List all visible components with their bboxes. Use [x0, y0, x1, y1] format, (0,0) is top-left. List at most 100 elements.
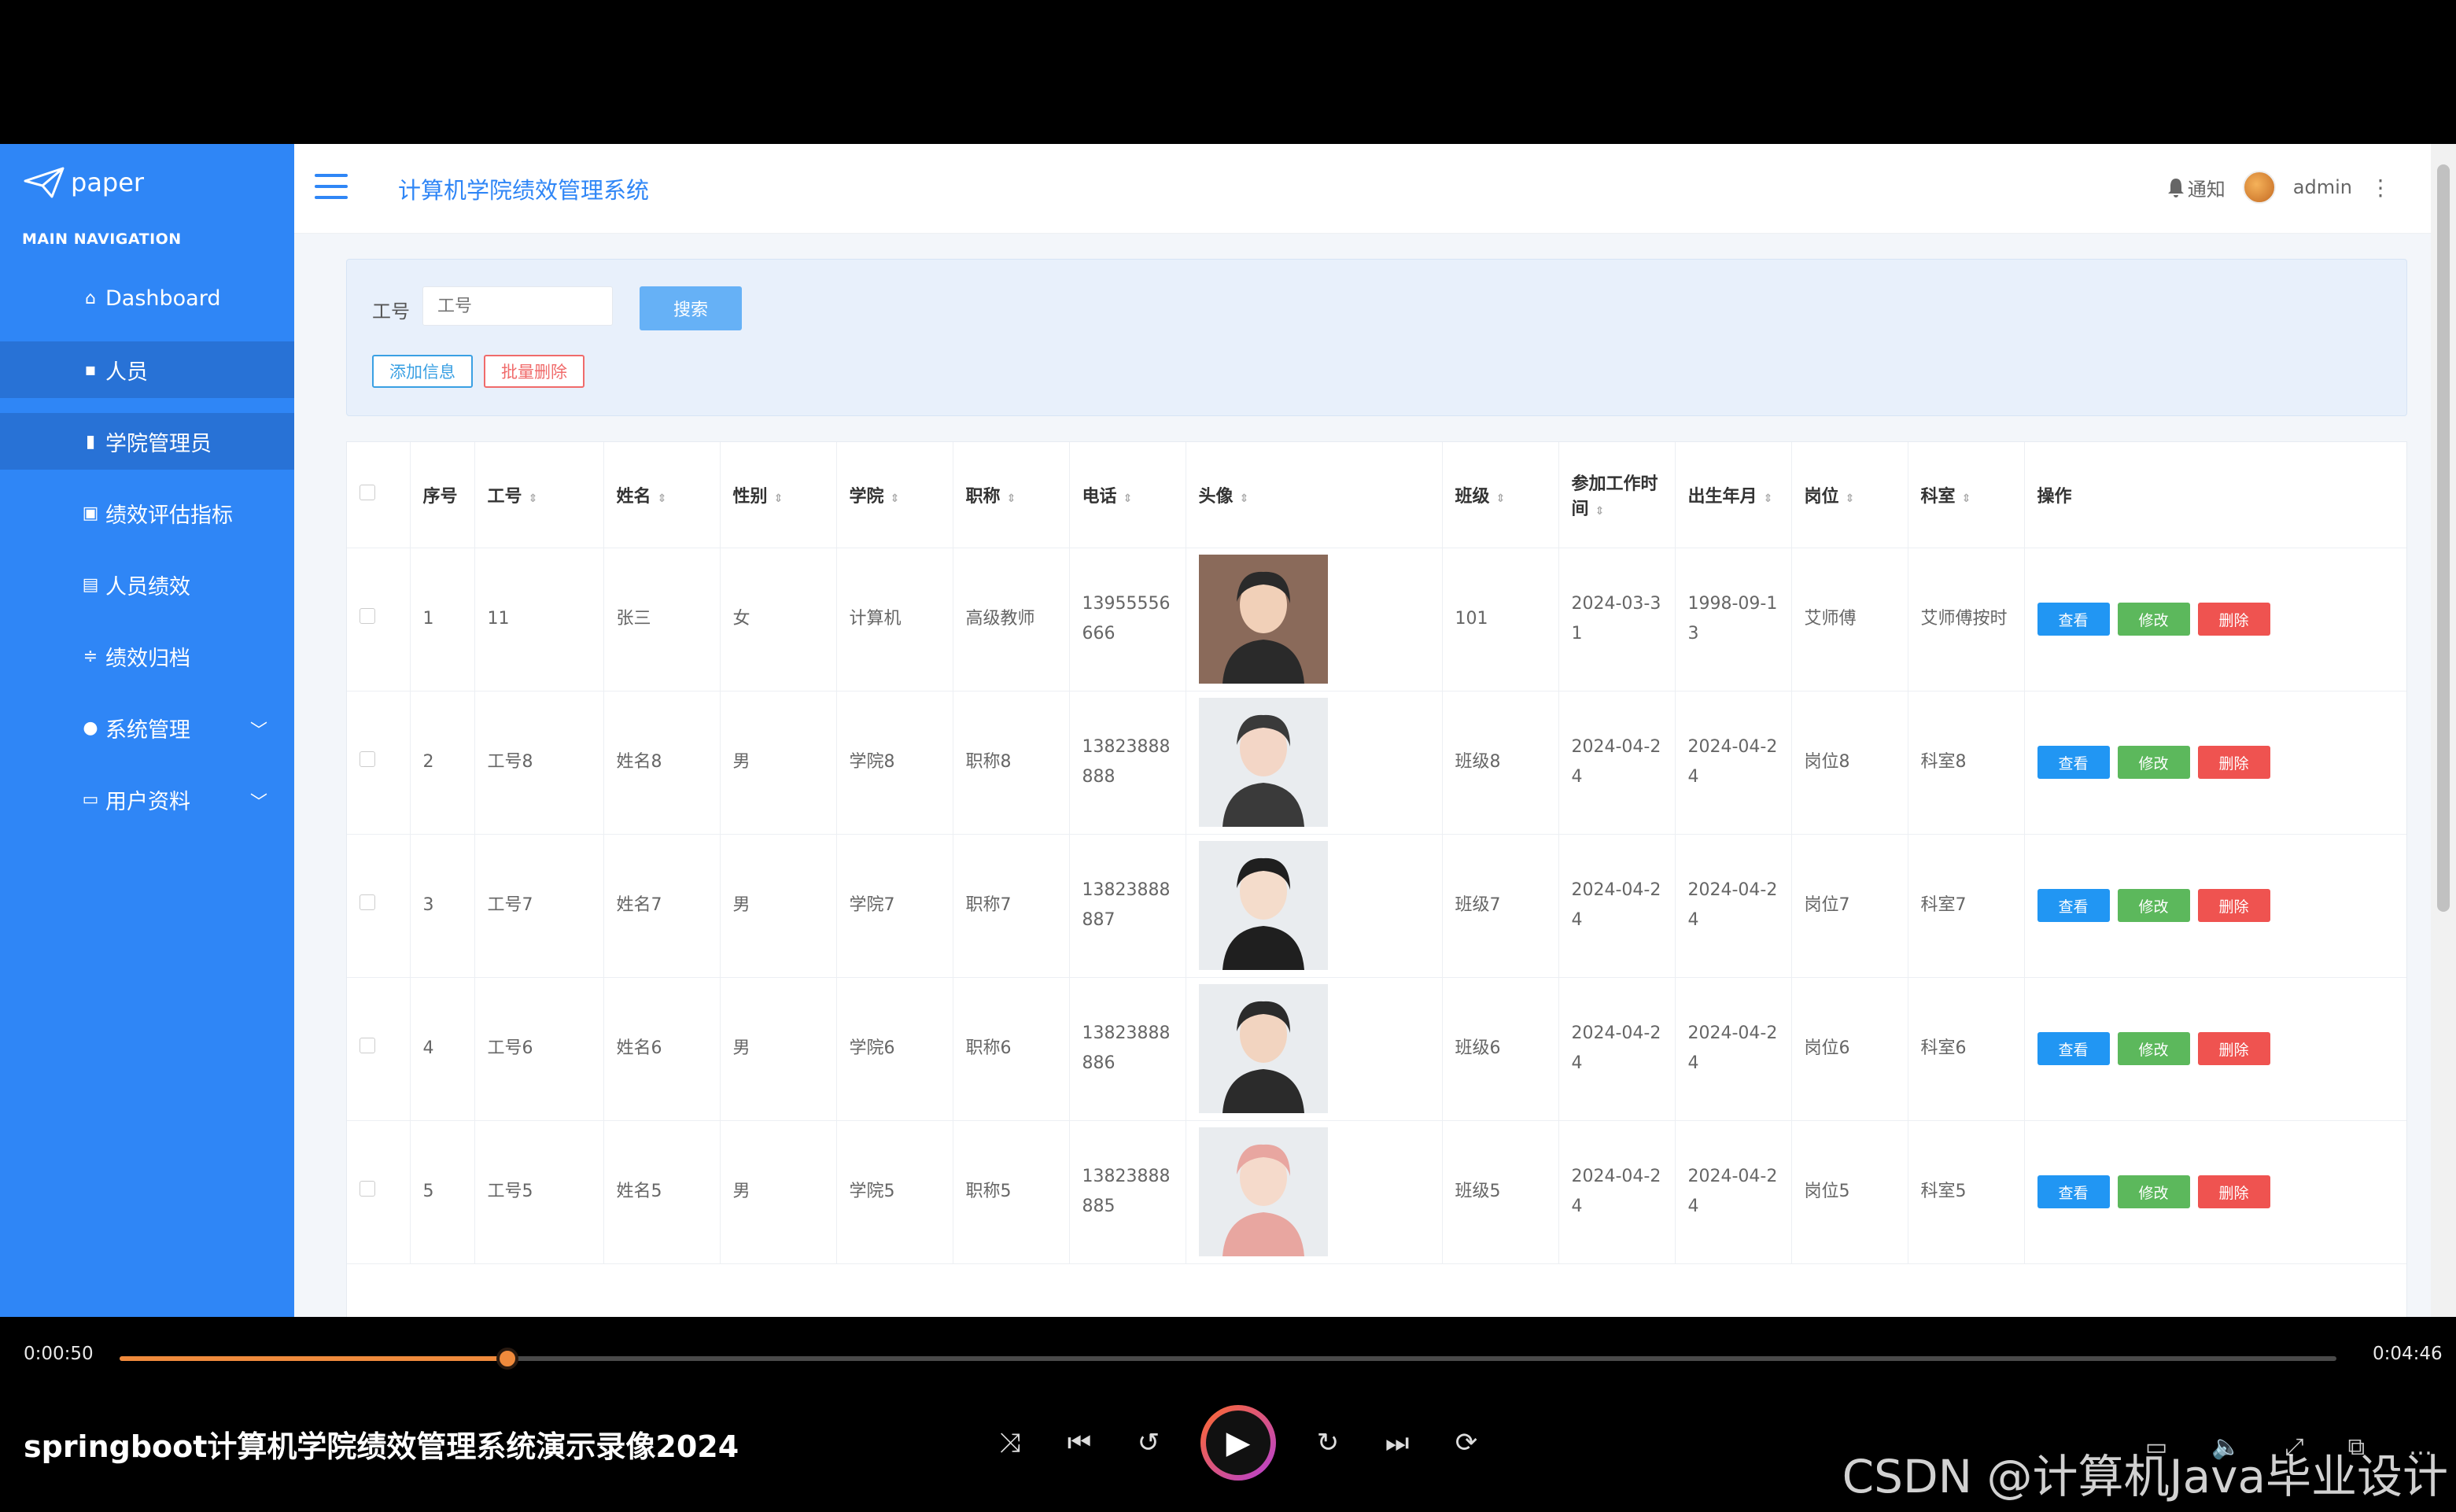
rewind-10-icon[interactable]: ↺	[1131, 1427, 1166, 1459]
row-checkbox[interactable]	[360, 608, 375, 624]
row-checkbox[interactable]	[360, 751, 375, 767]
view-button[interactable]: 查看	[2037, 746, 2110, 779]
table-body: 1 11 张三女计算机 高级教师 13955556666 101 2024-03-31 199…	[347, 548, 2406, 1264]
col-header[interactable]: 出生年月 ⇕	[1675, 442, 1792, 548]
notification-button[interactable]: 通知	[2167, 174, 2226, 201]
col-header[interactable]: 参加工作时间 ⇕	[1558, 442, 1676, 548]
id-search-input[interactable]	[422, 286, 613, 326]
repeat-icon[interactable]: ⟳	[1449, 1427, 1484, 1459]
more-icon[interactable]: ⋮	[2369, 175, 2391, 201]
sort-icon[interactable]: ⇕	[1595, 505, 1605, 518]
row-checkbox[interactable]	[360, 1181, 375, 1197]
bulk-delete-button[interactable]: 批量删除	[484, 355, 584, 388]
cell-college: 学院5	[836, 1120, 953, 1264]
col-header[interactable]: 工号 ⇕	[474, 442, 604, 548]
delete-button[interactable]: 删除	[2197, 746, 2270, 779]
avatar-photo[interactable]	[1198, 1127, 1328, 1256]
view-button[interactable]: 查看	[2037, 1175, 2110, 1208]
cell-cls: 101	[1442, 548, 1559, 691]
sidebar-item-dashboard[interactable]: ⌂ Dashboard	[0, 270, 294, 326]
sort-icon[interactable]: ⇕	[1962, 492, 1971, 505]
delete-button[interactable]: 删除	[2197, 889, 2270, 922]
avatar-photo[interactable]	[1198, 841, 1328, 970]
col-header[interactable]: 性别 ⇕	[720, 442, 837, 548]
username[interactable]: admin	[2293, 176, 2352, 198]
sidebar-item-label: 人员绩效	[105, 574, 190, 599]
cell-id: 工号8	[474, 691, 604, 835]
bell-icon	[2167, 179, 2184, 197]
add-info-button[interactable]: 添加信息	[372, 355, 473, 388]
progress-knob[interactable]	[496, 1348, 518, 1370]
sort-icon[interactable]: ⇕	[1496, 492, 1506, 505]
col-header[interactable]: 姓名 ⇕	[603, 442, 721, 548]
edit-button[interactable]: 修改	[2117, 1175, 2190, 1208]
row-checkbox[interactable]	[360, 894, 375, 910]
edit-button[interactable]: 修改	[2117, 746, 2190, 779]
playback-controls: ⤨ ⏮ ↺ ▶ ↻ ⏭ ⟳	[993, 1405, 1484, 1481]
calendar-icon: ▭	[82, 789, 99, 809]
search-button[interactable]: 搜索	[640, 286, 742, 330]
avatar-photo[interactable]	[1198, 555, 1328, 684]
vertical-scrollbar[interactable]	[2431, 144, 2456, 1317]
cell-actions: 查看 修改 删除	[2024, 548, 2406, 691]
sort-icon[interactable]: ⇕	[1123, 492, 1133, 505]
current-time: 0:00:50	[24, 1344, 94, 1364]
col-header[interactable]: 头像 ⇕	[1186, 442, 1443, 548]
previous-icon[interactable]: ⏮	[1062, 1427, 1097, 1459]
row-checkbox[interactable]	[360, 1038, 375, 1053]
sidebar-item-college-admin[interactable]: ▮ 学院管理员	[0, 413, 315, 470]
play-icon: ▶	[1206, 1411, 1270, 1475]
edit-button[interactable]: 修改	[2117, 603, 2190, 636]
edit-button[interactable]: 修改	[2117, 889, 2190, 922]
sort-icon[interactable]: ⇕	[1007, 492, 1016, 505]
view-button[interactable]: 查看	[2037, 1032, 2110, 1065]
delete-button[interactable]: 删除	[2197, 1175, 2270, 1208]
play-button[interactable]: ▶	[1200, 1405, 1276, 1481]
sidebar-item-archive[interactable]: ≑ 绩效归档	[0, 628, 294, 684]
sidebar-item-label: 绩效评估指标	[105, 503, 233, 528]
edit-button[interactable]: 修改	[2117, 1032, 2190, 1065]
sort-icon[interactable]: ⇕	[658, 492, 667, 505]
col-header[interactable]: 电话 ⇕	[1069, 442, 1186, 548]
sidebar-item-indicators[interactable]: ▣ 绩效评估指标	[0, 485, 294, 541]
next-icon[interactable]: ⏭	[1380, 1427, 1414, 1459]
sort-icon[interactable]: ⇕	[1846, 492, 1855, 505]
view-button[interactable]: 查看	[2037, 603, 2110, 636]
view-button[interactable]: 查看	[2037, 889, 2110, 922]
sort-icon[interactable]: ⇕	[891, 492, 900, 505]
sidebar-item-profile[interactable]: ▭ 用户资料 ﹀	[0, 771, 294, 828]
sort-icon[interactable]: ⇕	[1764, 492, 1773, 505]
forward-30-icon[interactable]: ↻	[1311, 1427, 1345, 1459]
sidebar-item-system[interactable]: ● 系统管理 ﹀	[0, 699, 294, 756]
col-header[interactable]: 岗位 ⇕	[1791, 442, 1908, 548]
col-header[interactable]: 职称 ⇕	[953, 442, 1070, 548]
shuffle-icon[interactable]: ⤨	[993, 1427, 1027, 1459]
table-row: 1 11 张三女计算机 高级教师 13955556666 101 2024-03-31 199…	[347, 548, 2406, 691]
select-all-checkbox[interactable]	[360, 484, 375, 500]
menu-toggle-icon[interactable]	[315, 174, 348, 199]
bar-chart-icon: ▮	[85, 431, 96, 452]
cell-work: 2024-04-24	[1558, 977, 1676, 1121]
top-header: 计算机学院绩效管理系统 通知 admin ⋮	[294, 144, 2431, 234]
delete-button[interactable]: 删除	[2197, 603, 2270, 636]
sort-icon[interactable]: ⇕	[1240, 492, 1249, 505]
col-header[interactable]: 学院 ⇕	[836, 442, 953, 548]
avatar-photo[interactable]	[1198, 984, 1328, 1113]
col-header[interactable]: 班级 ⇕	[1442, 442, 1559, 548]
cell-birth: 2024-04-24	[1675, 834, 1792, 978]
sidebar-item-staff[interactable]: ▪ 人员	[0, 341, 315, 398]
scrollbar-thumb[interactable]	[2437, 164, 2450, 912]
cell-college: 学院7	[836, 834, 953, 978]
delete-button[interactable]: 删除	[2197, 1032, 2270, 1065]
sidebar-item-staff-performance[interactable]: ▤ 人员绩效	[0, 556, 294, 613]
sort-icon[interactable]: ⇕	[774, 492, 784, 505]
logo[interactable]: paper	[24, 164, 144, 201]
avatar-photo[interactable]	[1198, 698, 1328, 827]
progress-track[interactable]	[120, 1348, 2336, 1370]
sort-icon[interactable]: ⇕	[529, 492, 538, 505]
col-header[interactable]: 科室 ⇕	[1908, 442, 2025, 548]
avatar[interactable]	[2242, 171, 2276, 204]
cell-gender: 男	[720, 691, 837, 835]
user-icon: ●	[83, 717, 98, 738]
cell-actions: 查看 修改 删除	[2024, 977, 2406, 1121]
